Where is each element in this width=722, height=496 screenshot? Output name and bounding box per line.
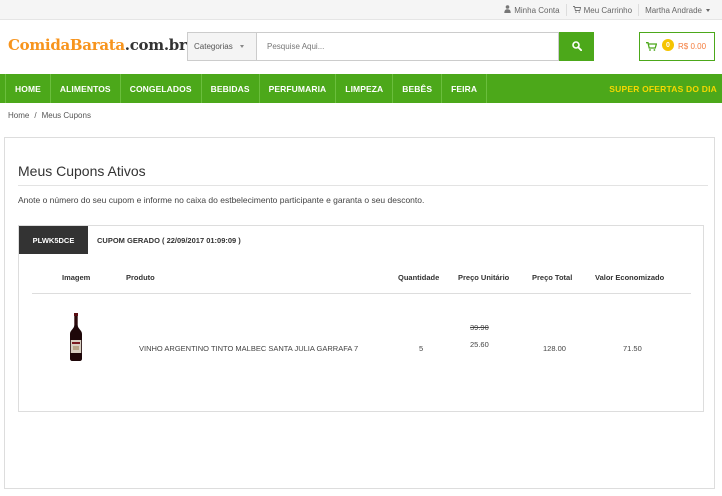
- table-header-divider: [32, 293, 691, 294]
- search-icon: [571, 38, 582, 56]
- coupon-card: PLWK5DCE CUPOM GERADO ( 22/09/2017 01:09…: [18, 225, 704, 412]
- top-bar-links: Minha Conta Meu Carrinho Martha Andrade: [498, 0, 716, 20]
- chevron-down-icon: [706, 8, 710, 12]
- cart-total: R$ 0.00: [678, 42, 707, 51]
- page-title: Meus Cupons Ativos: [18, 163, 146, 179]
- super-offers-link[interactable]: SUPER OFERTAS DO DIA: [609, 74, 717, 103]
- breadcrumb-separator: /: [34, 111, 37, 120]
- nav-item-perfumaria[interactable]: PERFUMARIA: [260, 74, 337, 103]
- site-logo[interactable]: ComidaBarata.com.br: [8, 36, 187, 54]
- nav-item-limpeza[interactable]: LIMPEZA: [336, 74, 394, 103]
- coupon-instructions: Anote o número do seu cupom e informe no…: [18, 195, 425, 205]
- product-old-price: 39.90: [470, 323, 489, 332]
- nav-item-bebes[interactable]: BEBÊS: [393, 74, 443, 103]
- column-header-unit-price: Preço Unitário: [458, 273, 510, 282]
- search-button[interactable]: [559, 32, 594, 61]
- search-input[interactable]: [257, 32, 559, 61]
- product-quantity: 5: [419, 344, 424, 353]
- cart-icon: [640, 33, 662, 60]
- my-cart-label: Meu Carrinho: [583, 5, 633, 15]
- product-unit-price: 25.60: [470, 340, 489, 349]
- category-select[interactable]: Categorias: [187, 32, 257, 61]
- coupon-code-tab[interactable]: PLWK5DCE: [19, 226, 88, 254]
- product-name: VINHO ARGENTINO TINTO MALBEC SANTA JULIA…: [139, 344, 359, 353]
- column-header-total-price: Preço Total: [532, 273, 573, 282]
- nav-item-alimentos[interactable]: ALIMENTOS: [51, 74, 121, 103]
- header-cart-button[interactable]: 0 R$ 0.00: [639, 32, 715, 61]
- nav-item-bebidas[interactable]: BEBIDAS: [202, 74, 260, 103]
- breadcrumb-current: Meus Cupons: [41, 111, 91, 120]
- user-menu-dropdown[interactable]: Martha Andrade: [638, 4, 716, 16]
- my-account-link[interactable]: Minha Conta: [498, 4, 565, 16]
- my-cart-link[interactable]: Meu Carrinho: [565, 4, 638, 16]
- breadcrumb-home[interactable]: Home: [8, 111, 29, 120]
- chevron-down-icon: [239, 45, 244, 48]
- column-header-image: Imagem: [62, 273, 91, 282]
- title-divider: [18, 185, 708, 186]
- column-header-product: Produto: [126, 273, 155, 282]
- product-saved-value: 71.50: [623, 344, 642, 353]
- user-name: Martha Andrade: [645, 5, 702, 15]
- coupon-generated-date: CUPOM GERADO ( 22/09/2017 01:09:09 ): [97, 236, 241, 245]
- coupons-panel: Meus Cupons Ativos Anote o número do seu…: [4, 137, 715, 489]
- main-nav: HOME ALIMENTOS CONGELADOS BEBIDAS PERFUM…: [0, 74, 722, 103]
- user-icon: [504, 5, 511, 15]
- nav-item-home[interactable]: HOME: [5, 74, 51, 103]
- breadcrumb: Home / Meus Cupons: [8, 111, 91, 120]
- top-bar: Minha Conta Meu Carrinho Martha Andrade: [0, 0, 722, 20]
- category-select-label: Categorias: [194, 42, 233, 51]
- column-header-saved-value: Valor Economizado: [595, 273, 665, 282]
- wine-bottle-image: [69, 313, 83, 366]
- nav-item-feira[interactable]: FEIRA: [442, 74, 488, 103]
- cart-icon: [572, 5, 581, 15]
- cart-count-badge: 0: [662, 39, 674, 51]
- logo-text-main: ComidaBarata: [8, 36, 125, 54]
- nav-item-congelados[interactable]: CONGELADOS: [121, 74, 202, 103]
- my-account-label: Minha Conta: [514, 5, 560, 15]
- search-bar: Categorias: [187, 32, 594, 61]
- logo-text-domain: .com.br: [124, 36, 187, 54]
- column-header-quantity: Quantidade: [398, 273, 440, 282]
- product-total-price: 128.00: [543, 344, 566, 353]
